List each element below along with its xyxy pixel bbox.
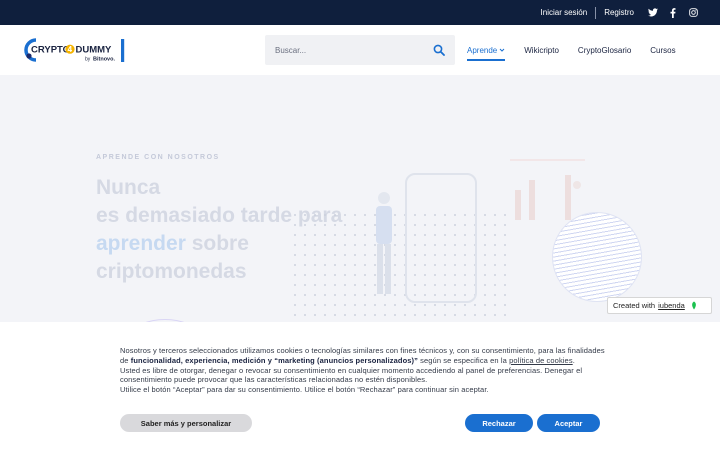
nav-label: CryptoGlosario xyxy=(577,45,632,55)
chart-illustration xyxy=(505,155,590,225)
nav-item-cursos[interactable]: Cursos xyxy=(650,42,675,59)
reject-button[interactable]: Rechazar xyxy=(465,414,533,432)
wave-circle-decoration xyxy=(552,212,642,302)
cookie-text-p2: Usted es libre de otorgar, denegar o rev… xyxy=(120,365,583,385)
chevron-down-icon xyxy=(499,47,505,53)
top-bar: Iniciar sesión Registro xyxy=(0,0,720,25)
twitter-icon[interactable] xyxy=(648,8,658,18)
hero-title-line1: Nunca xyxy=(96,176,161,199)
nav-item-wikicripto[interactable]: Wikicripto xyxy=(524,42,559,59)
hero-eyebrow: APRENDE CON NOSOTROS xyxy=(96,154,220,161)
nav-label: Wikicripto xyxy=(524,45,559,55)
customize-button[interactable]: Saber más y personalizar xyxy=(120,414,252,432)
logo-text-dummy: DUMMY xyxy=(76,45,113,56)
main-nav: Aprende Wikicripto CryptoGlosario Cursos xyxy=(467,25,695,75)
social-links xyxy=(648,7,698,18)
nav-label: Cursos xyxy=(650,45,676,55)
nav-item-cryptoglosario[interactable]: CryptoGlosario xyxy=(578,42,631,59)
main-header: CRYPTO 4 DUMMY by Bitnovo. Aprende Wikic… xyxy=(0,25,720,75)
cookie-text: Nosotros y terceros seleccionados utiliz… xyxy=(120,346,605,395)
iubenda-badge[interactable]: Created with iubenda xyxy=(607,297,712,314)
hero-title-highlight: aprender xyxy=(96,232,186,255)
cookie-banner: Nosotros y terceros seleccionados utiliz… xyxy=(0,322,720,450)
person-illustration xyxy=(372,190,396,300)
logo-text-bitnovo: Bitnovo. xyxy=(93,57,115,63)
accept-button[interactable]: Aceptar xyxy=(537,414,600,432)
cookie-text-p3: Utilice el botón “Aceptar” para dar su c… xyxy=(120,385,489,395)
hero-title-line4: criptomonedas xyxy=(96,260,247,283)
nav-label: Aprende xyxy=(467,45,498,55)
iubenda-link[interactable]: iubenda xyxy=(658,301,685,310)
iubenda-leaf-icon xyxy=(690,301,698,310)
facebook-icon[interactable] xyxy=(668,7,678,18)
search-box xyxy=(265,35,455,65)
nav-item-aprende[interactable]: Aprende xyxy=(467,42,506,61)
instagram-icon[interactable] xyxy=(688,8,698,18)
site-logo[interactable]: CRYPTO 4 DUMMY by Bitnovo. xyxy=(24,38,129,64)
hero-title-line3: sobre xyxy=(185,232,249,255)
cookie-text-p1c: según se especifica en la xyxy=(417,355,510,365)
cookie-text-p1b: funcionalidad, experiencia, medición y “… xyxy=(130,355,418,365)
phone-illustration xyxy=(405,173,477,303)
cookie-text-p1end: . xyxy=(572,355,575,365)
search-icon[interactable] xyxy=(433,44,445,56)
logo-text-crypto: CRYPTO xyxy=(31,45,70,56)
logo-text-by: by xyxy=(85,57,91,63)
topbar-divider xyxy=(595,6,597,19)
login-link[interactable]: Iniciar sesión xyxy=(541,8,588,17)
logo-text-4: 4 xyxy=(68,45,73,54)
search-input[interactable] xyxy=(275,45,433,55)
register-link[interactable]: Registro xyxy=(604,8,634,17)
iubenda-prefix: Created with xyxy=(613,301,656,310)
cookie-policy-link[interactable]: política de cookies xyxy=(509,356,573,365)
